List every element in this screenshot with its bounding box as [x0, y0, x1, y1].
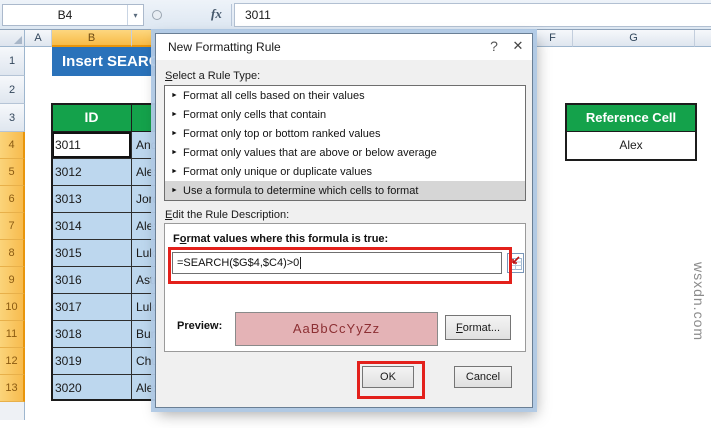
rule-item-arrow-icon	[171, 149, 183, 156]
row-header[interactable]: 12	[0, 348, 25, 375]
cell-id[interactable]: 3016	[52, 267, 132, 294]
rule-type-item[interactable]: Format only unique or duplicate values	[165, 162, 525, 181]
insert-function-icon[interactable]: fx	[211, 6, 222, 22]
cancel-button[interactable]: Cancel	[454, 366, 512, 388]
row-header[interactable]: 10	[0, 294, 25, 321]
name-box-value: B4	[57, 8, 73, 22]
rule-item-arrow-icon	[171, 187, 183, 194]
rule-type-item[interactable]: Format only cells that contain	[165, 105, 525, 124]
dialog-title: New Formatting Rule	[168, 40, 281, 54]
formula-input[interactable]: =SEARCH($G$4,$C4)>0	[172, 252, 502, 274]
row-header[interactable]: 3	[0, 104, 25, 132]
reference-cell-box: Reference Cell Alex	[565, 103, 697, 161]
row-header[interactable]: 11	[0, 321, 25, 348]
column-header-g[interactable]: G	[573, 30, 695, 47]
rule-type-item[interactable]: Format only top or bottom ranked values	[165, 124, 525, 143]
cell-id[interactable]: 3015	[52, 240, 132, 267]
formula-bar-button-icon	[152, 10, 162, 20]
name-box-dropdown-icon[interactable]: ▾	[127, 5, 143, 25]
rule-item-arrow-icon	[171, 168, 183, 175]
column-header-b[interactable]: B	[52, 30, 132, 47]
format-preview: AaBbCcYyZz	[235, 312, 438, 346]
rule-type-item[interactable]: Format all cells based on their values	[165, 86, 525, 105]
format-button[interactable]: Format...	[445, 315, 511, 340]
new-formatting-rule-dialog: New Formatting Rule ? ✕ Select a Rule Ty…	[155, 33, 533, 408]
column-header-h-sliver[interactable]	[695, 30, 711, 47]
rule-item-arrow-icon	[171, 111, 183, 118]
cell-id[interactable]: 3018	[52, 321, 132, 348]
watermark: wsxdn.com	[691, 262, 707, 342]
cell-id[interactable]: 3017	[52, 294, 132, 321]
collapse-dialog-button[interactable]	[507, 253, 524, 273]
cell-id[interactable]: 3012	[52, 159, 132, 186]
rule-type-item[interactable]: Use a formula to determine which cells t…	[165, 181, 525, 200]
edit-rule-description-label: Edit the Rule Description:	[165, 209, 290, 221]
row-header[interactable]: 6	[0, 186, 25, 213]
preview-label: Preview:	[177, 320, 223, 332]
ok-button[interactable]: OK	[362, 366, 414, 388]
collapse-dialog-icon	[509, 256, 522, 270]
rule-item-arrow-icon	[171, 130, 183, 137]
formula-bar-input[interactable]: 3011	[234, 3, 711, 27]
cell-id[interactable]: 3020	[52, 375, 132, 399]
select-all-corner[interactable]	[0, 30, 25, 47]
rule-type-list: Format all cells based on their values F…	[164, 85, 526, 201]
excel-window: B4 ▾ fx 3011 A B F G 1 2 3 4 5 6 7 8 9 10 11 12 13 I…	[0, 0, 711, 428]
formula-input-value: =SEARCH($G$4,$C4)>0	[177, 257, 300, 269]
row-header[interactable]: 9	[0, 267, 25, 294]
cell-id[interactable]: 3014	[52, 213, 132, 240]
close-icon[interactable]: ✕	[510, 38, 526, 54]
rule-type-item[interactable]: Format only values that are above or bel…	[165, 143, 525, 162]
row-header-column: 1 2 3 4 5 6 7 8 9 10 11 12 13	[0, 47, 25, 420]
formula-bar: B4 ▾ fx 3011	[0, 0, 711, 30]
help-icon[interactable]: ?	[486, 38, 502, 54]
reference-cell-header[interactable]: Reference Cell	[567, 105, 695, 132]
rule-description-group: Format values where this formula is true…	[164, 223, 526, 352]
text-caret	[300, 257, 302, 269]
name-box[interactable]: B4 ▾	[2, 4, 144, 26]
row-header[interactable]: 4	[0, 132, 25, 159]
select-rule-type-label: Select a Rule Type:	[165, 70, 261, 82]
row-header[interactable]: 8	[0, 240, 25, 267]
column-header-a[interactable]: A	[25, 30, 52, 47]
cell-id[interactable]: 3013	[52, 186, 132, 213]
reference-cell-value[interactable]: Alex	[567, 132, 695, 159]
row-header[interactable]: 5	[0, 159, 25, 186]
formula-bar-divider	[231, 4, 232, 26]
id-column-header-cell[interactable]: ID	[52, 104, 132, 132]
cell-id[interactable]: 3019	[52, 348, 132, 375]
cell-id[interactable]: 3011	[52, 132, 132, 159]
formula-bar-value: 3011	[245, 8, 271, 22]
row-header[interactable]: 1	[0, 47, 25, 76]
row-header[interactable]: 2	[0, 76, 25, 104]
column-header-f[interactable]: F	[533, 30, 573, 47]
row-header[interactable]: 7	[0, 213, 25, 240]
rule-item-arrow-icon	[171, 92, 183, 99]
row-header[interactable]: 13	[0, 375, 25, 402]
dialog-title-bar[interactable]: New Formatting Rule ? ✕	[156, 34, 532, 60]
formula-true-label: Format values where this formula is true…	[173, 233, 389, 245]
